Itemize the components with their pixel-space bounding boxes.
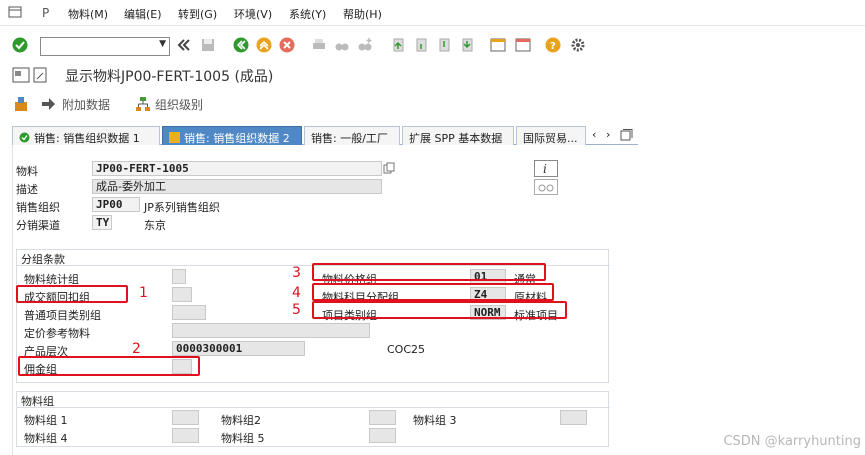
exit-icon[interactable] <box>256 37 272 53</box>
material-label: 物料 <box>16 165 38 178</box>
gen-item-cat-group-field[interactable] <box>172 305 206 320</box>
org-levels-button[interactable]: 组织级别 <box>155 96 203 113</box>
last-page-icon[interactable] <box>459 37 475 53</box>
save-icon[interactable] <box>200 37 216 53</box>
annotation-number-1: 1 <box>139 285 148 301</box>
watermark: CSDN @karryhunting <box>723 434 861 449</box>
sap-logo-icon: P <box>42 6 49 19</box>
material-group-5-label: 物料组 5 <box>221 432 265 445</box>
check-icon <box>19 132 30 143</box>
tab-sales-org-data-1[interactable]: 销售: 销售组织数据 1 <box>12 126 160 145</box>
title-bar: 显示物料JP00-FERT-1005 (成品) <box>0 63 865 89</box>
material-group-2-label: 物料组2 <box>221 414 261 427</box>
command-field[interactable]: ▼ <box>40 37 170 56</box>
find-icon[interactable] <box>334 37 350 53</box>
additional-data-button[interactable]: 附加数据 <box>62 96 110 113</box>
dist-channel-field[interactable]: TY <box>92 215 112 230</box>
enter-check-icon[interactable] <box>12 37 28 53</box>
cancel-icon[interactable] <box>279 37 295 53</box>
menu-material[interactable]: 物料(M) <box>68 6 108 22</box>
find-next-icon[interactable] <box>357 37 373 53</box>
tab-strip: 销售: 销售组织数据 1 销售: 销售组织数据 2 销售: 一般/工厂 扩展 S… <box>12 126 638 145</box>
tab-list-icon[interactable] <box>620 129 633 141</box>
yellow-status-icon <box>169 132 180 143</box>
material-group-2-field[interactable] <box>369 410 396 425</box>
print-icon[interactable] <box>311 37 327 53</box>
annotation-box-3 <box>312 263 546 281</box>
material-groups-group: 物料组 物料组 1 物料组2 物料组 3 物料组 4 物料组 5 <box>16 391 610 447</box>
product-hierarchy-field[interactable]: 0000300001 <box>172 341 305 356</box>
screen-layout-icon[interactable] <box>12 67 30 83</box>
material-group-3-label: 物料组 3 <box>413 414 457 427</box>
copy-icon[interactable] <box>383 162 395 174</box>
glasses-icon[interactable] <box>534 179 558 195</box>
material-group-3-field[interactable] <box>560 410 587 425</box>
material-group-1-field[interactable] <box>172 410 199 425</box>
menu-bar: P 物料(M) 编辑(E) 转到(G) 环境(V) 系统(Y) 帮助(H) <box>0 0 865 26</box>
svg-text:P: P <box>42 6 49 19</box>
material-group-4-label: 物料组 4 <box>24 432 68 445</box>
description-label: 描述 <box>16 183 38 196</box>
volume-rebate-group-field[interactable] <box>172 287 192 302</box>
next-page-icon[interactable] <box>436 37 452 53</box>
menu-environment[interactable]: 环境(V) <box>234 6 272 22</box>
settings-gear-icon[interactable] <box>570 37 586 53</box>
copy-objects-icon[interactable] <box>13 96 29 112</box>
sales-org-text: JP系列销售组织 <box>144 201 220 214</box>
org-levels-icon[interactable] <box>135 96 151 112</box>
annotation-number-5: 5 <box>292 302 301 318</box>
tab-scroll-right-icon[interactable]: › <box>606 128 610 141</box>
arrow-right-icon[interactable] <box>40 96 56 112</box>
tab-foreign-trade[interactable]: 国际贸易... <box>516 126 586 145</box>
mat-stat-group-field[interactable] <box>172 269 186 284</box>
previous-page-icon[interactable] <box>413 37 429 53</box>
tab-sales-general-plant[interactable]: 销售: 一般/工厂 <box>304 126 400 145</box>
menu-icon[interactable] <box>8 5 22 19</box>
pricing-ref-material-field[interactable] <box>172 323 370 338</box>
menu-goto[interactable]: 转到(G) <box>178 6 217 22</box>
help-icon[interactable]: ? <box>545 37 561 53</box>
page-title: 显示物料JP00-FERT-1005 (成品) <box>65 69 274 85</box>
material-group-4-field[interactable] <box>172 428 199 443</box>
resize-icon[interactable] <box>33 67 47 83</box>
chevron-down-icon[interactable]: ▼ <box>159 39 166 49</box>
material-field[interactable]: JP00-FERT-1005 <box>92 161 382 176</box>
pricing-ref-material-label: 定价参考物料 <box>24 327 90 340</box>
annotation-number-3: 3 <box>292 265 301 281</box>
sales-org-label: 销售组织 <box>16 201 60 214</box>
description-field[interactable]: 成品-委外加工 <box>92 179 382 194</box>
material-group-5-field[interactable] <box>369 428 396 443</box>
tab-content: 物料 JP00-FERT-1005 描述 成品-委外加工 销售组织 JP00 J… <box>12 145 638 455</box>
annotation-box-1 <box>16 285 128 303</box>
back-icon[interactable] <box>233 37 249 53</box>
sales-org-field[interactable]: JP00 <box>92 197 140 212</box>
gen-item-cat-group-label: 普通项目类别组 <box>24 309 101 322</box>
svg-text:?: ? <box>550 41 556 52</box>
tab-spp-basic-data[interactable]: 扩展 SPP 基本数据 <box>402 126 514 145</box>
first-page-icon[interactable] <box>390 37 406 53</box>
menu-edit[interactable]: 编辑(E) <box>124 6 162 22</box>
dist-channel-label: 分销渠道 <box>16 219 60 232</box>
info-icon[interactable]: i <box>534 160 558 177</box>
product-hierarchy-text: COC25 <box>387 343 426 356</box>
menu-system[interactable]: 系统(Y) <box>289 6 326 22</box>
tab-scroll-left-icon[interactable]: ‹ <box>592 128 596 141</box>
annotation-box-2 <box>18 356 200 376</box>
menu-help[interactable]: 帮助(H) <box>343 6 382 22</box>
material-group-1-label: 物料组 1 <box>24 414 68 427</box>
new-session-icon[interactable] <box>490 37 506 53</box>
shortcut-icon[interactable] <box>515 37 531 53</box>
annotation-box-4 <box>312 283 554 301</box>
annotation-number-4: 4 <box>292 285 301 301</box>
annotation-number-2: 2 <box>132 341 141 357</box>
svg-text:i: i <box>543 162 547 176</box>
annotation-box-5 <box>312 301 567 319</box>
dist-channel-text: 东京 <box>144 219 166 232</box>
application-toolbar: 附加数据 组织级别 <box>0 92 865 116</box>
back-double-arrow-icon[interactable] <box>176 37 192 53</box>
tab-sales-org-data-2[interactable]: 销售: 销售组织数据 2 <box>162 126 302 145</box>
